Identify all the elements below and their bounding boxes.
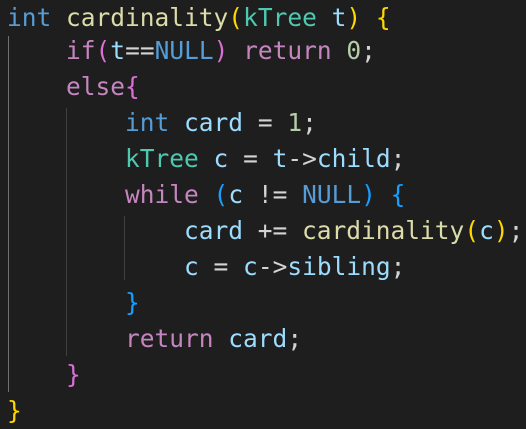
code-token: t (272, 144, 288, 173)
code-line-3[interactable]: else{ (7, 69, 140, 105)
code-line-1[interactable]: int cardinality(kTree t) { (7, 0, 391, 36)
code-token: int (7, 3, 52, 32)
code-token: != (243, 180, 303, 209)
code-line-12[interactable]: } (7, 393, 22, 429)
code-token: ; (361, 36, 376, 65)
code-token: card (184, 216, 244, 245)
code-line-5[interactable]: kTree c = t->child; (7, 141, 405, 177)
code-token: c (184, 252, 199, 281)
code-token: card (228, 324, 288, 353)
code-token: card (184, 108, 244, 137)
code-line-8[interactable]: c = c->sibling; (7, 249, 405, 285)
code-token: c (213, 144, 229, 173)
code-token: ( (464, 216, 480, 245)
code-token: = (243, 108, 288, 137)
code-line-6[interactable]: while (c != NULL) { (7, 177, 405, 213)
code-token: kTree (125, 144, 199, 173)
code-token: { (390, 180, 406, 209)
code-token: ; (390, 252, 406, 281)
code-line-10[interactable]: return card; (7, 321, 302, 357)
code-token: return (243, 36, 332, 65)
code-token: { (375, 3, 391, 32)
code-token: NULL (154, 36, 214, 65)
code-token: ) (493, 216, 509, 245)
code-token: ) (213, 36, 229, 65)
code-token: child (316, 144, 391, 173)
code-token: if (66, 36, 96, 65)
code-token: } (66, 360, 81, 389)
code-token: 0 (346, 36, 362, 65)
code-line-11[interactable]: } (7, 357, 81, 393)
code-line-4[interactable]: int card = 1; (7, 105, 317, 141)
code-token: cardinality (66, 3, 229, 32)
code-token: ) (361, 180, 376, 209)
code-token: == (125, 36, 155, 65)
code-token: = (198, 252, 244, 281)
code-token: ( (228, 3, 244, 32)
code-token: cardinality (302, 216, 465, 245)
code-token: t (110, 36, 126, 65)
code-token: -> (257, 252, 288, 281)
code-token: ) (346, 3, 362, 32)
code-token: int (125, 108, 170, 137)
code-token: c (243, 252, 258, 281)
code-token: return (125, 324, 214, 353)
code-line-2[interactable]: if(t==NULL) return 0; (7, 33, 376, 69)
code-token: sibling (287, 252, 391, 281)
code-token: t (331, 3, 347, 32)
code-token: c (228, 180, 244, 209)
code-token: ( (213, 180, 229, 209)
code-token: ( (95, 36, 111, 65)
code-token: ; (390, 144, 406, 173)
code-token: { (125, 72, 140, 101)
code-line-9[interactable]: } (7, 285, 140, 321)
code-token: -> (287, 144, 317, 173)
code-token: ; (302, 108, 317, 137)
code-token: } (125, 288, 140, 317)
code-token: ; (287, 324, 303, 353)
code-token: } (7, 396, 22, 425)
code-token: NULL (302, 180, 362, 209)
code-line-7[interactable]: card += cardinality(c); (7, 213, 523, 249)
code-token: 1 (287, 108, 303, 137)
code-editor[interactable]: int cardinality(kTree t) { if(t==NULL) r… (0, 0, 526, 428)
code-token: += (243, 216, 303, 245)
code-token: while (125, 180, 199, 209)
code-token: else (66, 72, 126, 101)
code-token: = (228, 144, 273, 173)
code-token: c (479, 216, 494, 245)
code-token: kTree (243, 3, 317, 32)
code-token: ; (508, 216, 524, 245)
